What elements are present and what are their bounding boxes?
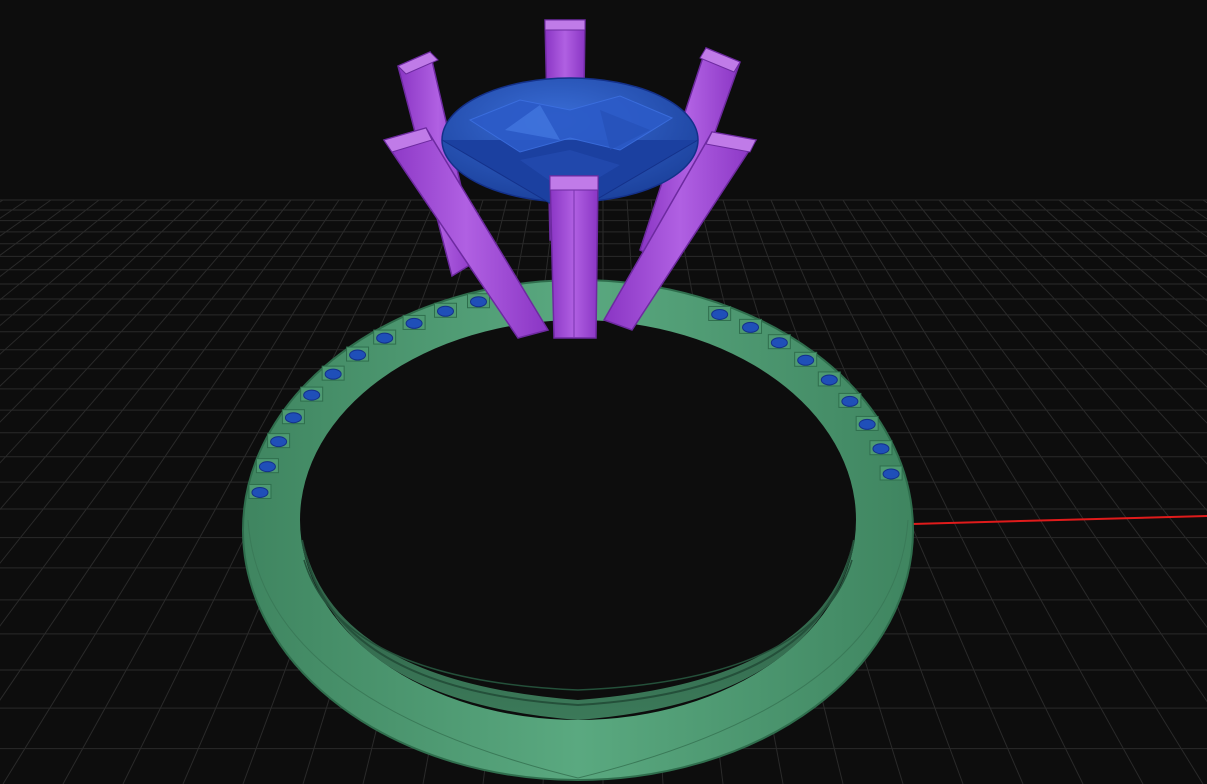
grid-line [1010,199,1207,388]
grid-line [0,199,268,511]
pave-stone [882,468,900,480]
grid-line [914,199,1207,566]
grid-line [986,199,1207,424]
ring-head[interactable] [382,19,758,339]
pave-stone [469,296,487,308]
pave-stone [872,443,890,455]
pave-stone [258,461,276,473]
pave-stone [742,321,760,333]
grid-line [962,199,1207,465]
pave-stone [270,436,288,448]
grid-line [0,199,76,256]
scene-canvas[interactable] [0,0,1207,784]
grid-line [1082,199,1207,302]
pave-stone [376,332,394,344]
pave-stone [324,368,342,380]
grid-line [0,199,28,219]
pave-stone [303,389,321,401]
pave-stone [770,337,788,349]
3d-viewport[interactable] [0,0,1207,784]
grid-line [1106,199,1207,278]
pave-stone [820,374,838,386]
grid-line [1034,199,1207,356]
pave-stone [797,354,815,366]
pave-stone [858,418,876,430]
pave-stone [841,395,859,407]
grid-line [1178,199,1207,220]
grid-line [890,199,1207,629]
grid-line [1130,199,1207,257]
grid-line [1154,199,1207,238]
grid-line [0,199,172,355]
grid-line [866,199,1207,703]
pave-stone [251,486,269,498]
grid-line [0,199,124,301]
pave-stone [349,349,367,361]
pave-stone [436,305,454,317]
pave-stone [405,317,423,329]
grid-line [1058,199,1207,328]
pave-stone [284,412,302,424]
grid-line [0,199,244,464]
pave-stone [711,308,729,320]
grid-line [0,199,52,237]
prong-front-center [549,175,599,339]
grid-line [0,199,220,423]
